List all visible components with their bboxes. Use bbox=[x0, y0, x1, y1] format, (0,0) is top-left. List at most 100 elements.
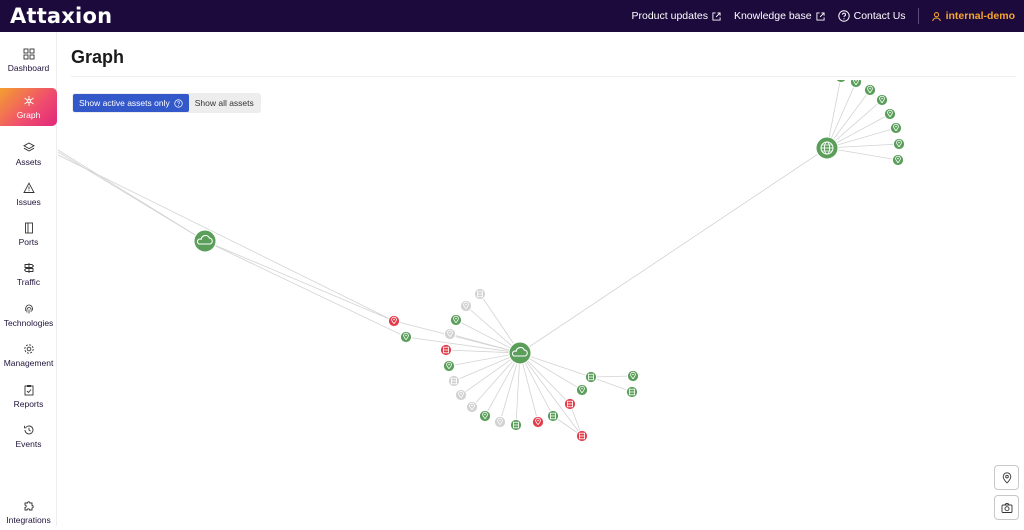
sidebar-item-label: Dashboard bbox=[7, 62, 50, 73]
location-pin-dot bbox=[405, 334, 407, 337]
help-icon[interactable] bbox=[174, 98, 183, 108]
graph-node[interactable] bbox=[835, 80, 847, 84]
show-all-assets-button[interactable]: Show all assets bbox=[189, 94, 260, 112]
asset-filter-toggle: Show active assets only Show all assets bbox=[72, 93, 261, 113]
sidebar-item-integrations[interactable]: Integrations bbox=[0, 494, 57, 530]
sidebar: Dashboard Graph Assets Issues Ports Traf… bbox=[0, 32, 57, 526]
sidebar-item-issues[interactable]: Issues bbox=[0, 176, 57, 212]
graph-node[interactable] bbox=[883, 107, 897, 121]
sidebar-item-technologies[interactable]: Technologies bbox=[0, 297, 57, 333]
external-link-icon bbox=[712, 11, 721, 21]
sidebar-item-label: Ports bbox=[18, 236, 39, 247]
graph-node[interactable] bbox=[509, 418, 523, 432]
location-pin-dot bbox=[895, 125, 897, 128]
graph-edges bbox=[58, 80, 900, 437]
knowledge-base-link[interactable]: Knowledge base bbox=[734, 10, 825, 22]
location-pin-dot bbox=[460, 392, 462, 395]
sidebar-item-label: Events bbox=[15, 438, 42, 449]
graph-node[interactable] bbox=[193, 229, 217, 253]
graph-node[interactable] bbox=[849, 80, 863, 89]
graph-node[interactable] bbox=[439, 343, 453, 357]
warning-icon bbox=[22, 181, 35, 193]
graph-node[interactable] bbox=[546, 409, 560, 423]
graph-node[interactable] bbox=[447, 374, 461, 388]
sidebar-item-dashboard[interactable]: Dashboard bbox=[0, 42, 57, 78]
graph-node[interactable] bbox=[508, 341, 532, 365]
graph-node[interactable] bbox=[493, 415, 507, 429]
fingerprint-icon bbox=[24, 304, 33, 313]
graph-node[interactable] bbox=[443, 327, 457, 341]
sidebar-item-management[interactable]: Management bbox=[0, 337, 57, 373]
graph-edge bbox=[58, 151, 206, 242]
location-pin-dot bbox=[881, 97, 883, 100]
sidebar-item-label: Integrations bbox=[6, 514, 51, 525]
puzzle-icon bbox=[24, 500, 34, 510]
contact-us-link[interactable]: Contact Us bbox=[837, 10, 906, 22]
graph-node[interactable] bbox=[531, 415, 545, 429]
sidebar-item-label: Technologies bbox=[3, 317, 54, 328]
location-pin-dot bbox=[889, 111, 891, 114]
show-active-assets-label: Show active assets only bbox=[79, 98, 170, 108]
top-bar: Attaxion Product updates Knowledge base … bbox=[0, 0, 1024, 32]
graph-icon bbox=[23, 95, 34, 106]
title-divider bbox=[71, 76, 1016, 77]
show-active-assets-button[interactable]: Show active assets only bbox=[73, 94, 189, 112]
sidebar-item-graph[interactable]: Graph bbox=[0, 88, 57, 126]
sidebar-item-label: Traffic bbox=[16, 276, 41, 287]
graph-node[interactable] bbox=[875, 93, 889, 107]
graph-node[interactable] bbox=[815, 136, 839, 160]
graph-node[interactable] bbox=[584, 370, 598, 384]
graph-node[interactable] bbox=[575, 383, 589, 397]
clipboard-icon bbox=[24, 384, 33, 395]
graph-node[interactable] bbox=[399, 330, 413, 344]
location-pin-dot bbox=[393, 318, 395, 321]
graph-node[interactable] bbox=[863, 83, 877, 97]
asset-graph[interactable] bbox=[58, 80, 1024, 526]
graph-node[interactable] bbox=[465, 400, 479, 414]
graph-node[interactable] bbox=[563, 397, 577, 411]
graph-node[interactable] bbox=[459, 299, 473, 313]
graph-node[interactable] bbox=[626, 369, 640, 383]
sidebar-item-label: Assets bbox=[15, 156, 42, 167]
signpost-icon bbox=[23, 262, 34, 273]
gear-icon bbox=[23, 343, 34, 354]
graph-node[interactable] bbox=[575, 429, 589, 443]
locate-button[interactable] bbox=[994, 465, 1019, 490]
location-pin-dot bbox=[897, 157, 899, 160]
sidebar-item-events[interactable]: Events bbox=[0, 418, 57, 454]
camera-icon bbox=[1001, 502, 1012, 513]
user-icon bbox=[931, 11, 941, 21]
graph-node[interactable] bbox=[889, 121, 903, 135]
location-pin-dot bbox=[581, 387, 583, 390]
graph-node[interactable] bbox=[891, 153, 905, 167]
graph-node[interactable] bbox=[442, 359, 456, 373]
graph-node[interactable] bbox=[473, 287, 487, 301]
dashboard-icon bbox=[23, 48, 34, 59]
user-name: internal-demo bbox=[945, 10, 1015, 22]
sidebar-item-traffic[interactable]: Traffic bbox=[0, 256, 57, 292]
product-updates-link[interactable]: Product updates bbox=[632, 10, 721, 22]
sidebar-item-assets[interactable]: Assets bbox=[0, 136, 57, 172]
screenshot-button[interactable] bbox=[994, 495, 1019, 520]
sidebar-item-reports[interactable]: Reports bbox=[0, 378, 57, 414]
graph-node[interactable] bbox=[454, 388, 468, 402]
sidebar-item-ports[interactable]: Ports bbox=[0, 216, 57, 252]
show-all-assets-label: Show all assets bbox=[194, 98, 254, 108]
graph-node[interactable] bbox=[892, 137, 906, 151]
user-menu[interactable]: internal-demo bbox=[931, 10, 1015, 22]
sidebar-item-label: Graph bbox=[16, 109, 41, 120]
brand-logo[interactable]: Attaxion bbox=[10, 3, 112, 29]
graph-edge bbox=[519, 147, 828, 354]
graph-edge bbox=[590, 375, 634, 378]
graph-node[interactable] bbox=[387, 314, 401, 328]
location-pin-dot bbox=[499, 419, 501, 422]
external-link-icon bbox=[816, 11, 825, 21]
question-circle-icon bbox=[837, 10, 850, 22]
door-icon bbox=[24, 222, 33, 233]
graph-node[interactable] bbox=[478, 409, 492, 423]
product-updates-label: Product updates bbox=[631, 10, 708, 22]
graph-node[interactable] bbox=[449, 313, 463, 327]
graph-edge bbox=[58, 154, 395, 322]
location-pin-dot bbox=[537, 419, 539, 422]
graph-node[interactable] bbox=[625, 385, 639, 399]
